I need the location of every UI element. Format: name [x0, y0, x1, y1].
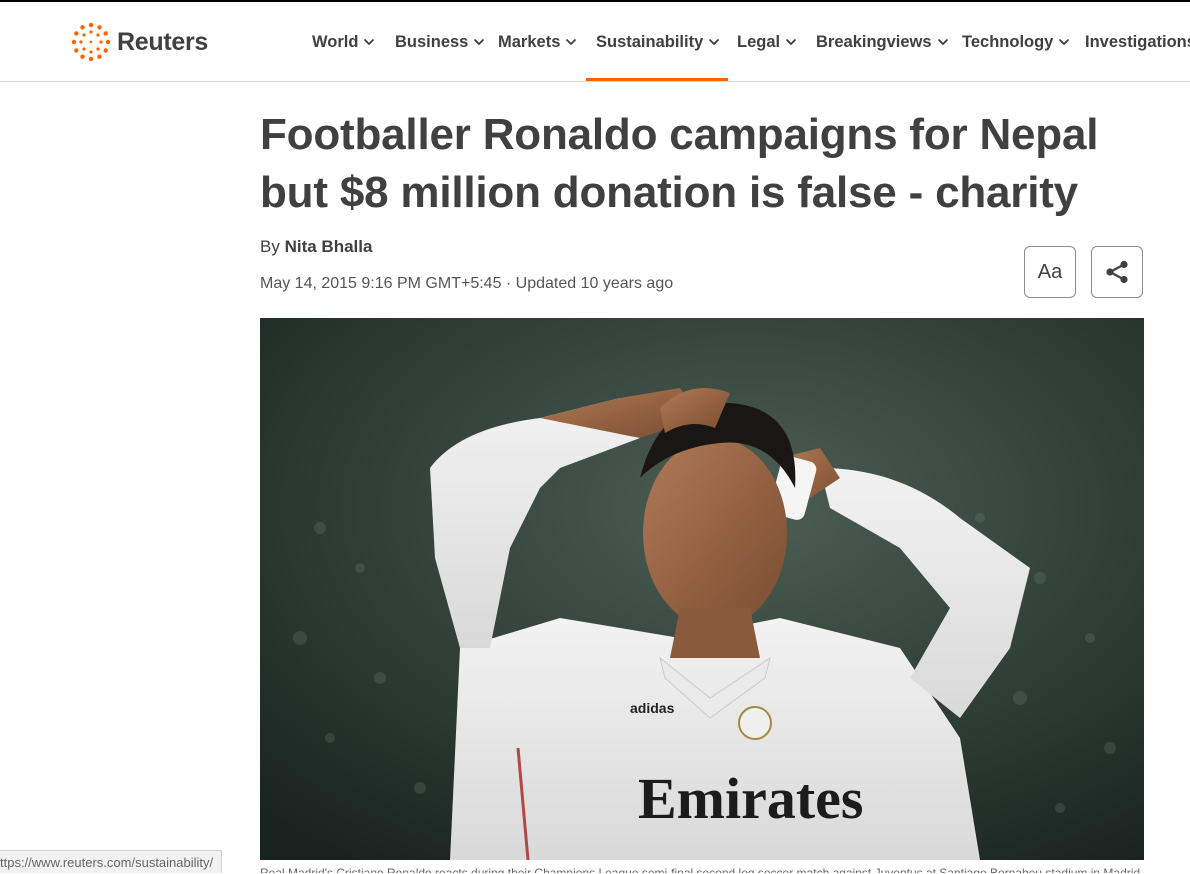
nav-label: World: [312, 32, 359, 51]
nav-item-business[interactable]: Business: [395, 2, 485, 81]
nav-label: Sustainability: [596, 32, 704, 51]
author-link[interactable]: Nita Bhalla: [285, 237, 373, 256]
nav-label: Business: [395, 32, 469, 51]
chevron-down-icon: [709, 38, 720, 46]
nav-label: Breakingviews: [816, 32, 932, 51]
nav-label: Legal: [737, 32, 781, 51]
nav-item-world[interactable]: World: [312, 2, 375, 81]
byline-prefix: By: [260, 237, 280, 256]
nav-label: Technology: [962, 32, 1054, 51]
photo-caption: Real Madrid's Cristiano Ronaldo reacts d…: [260, 866, 1144, 873]
article-dateline: May 14, 2015 9:16 PM GMT+5:45 · Updated …: [260, 275, 674, 292]
jersey-sponsor: Emirates: [638, 766, 864, 831]
article-headline: Footballer Ronaldo campaigns for Nepal b…: [260, 110, 1099, 217]
reuters-logo[interactable]: Reuters: [71, 22, 208, 62]
photo-illustration: adidas Emirates: [260, 318, 1144, 860]
chevron-down-icon: [785, 38, 797, 46]
chevron-down-icon: [474, 38, 485, 46]
nav-item-markets[interactable]: Markets: [498, 2, 577, 81]
nav-item-sustainability[interactable]: Sustainability: [585, 2, 729, 81]
nav-item-breakingviews[interactable]: Breakingviews: [816, 2, 949, 81]
share-button[interactable]: [1091, 246, 1143, 298]
nav-item-technology[interactable]: Technology: [962, 2, 1070, 81]
text-size-icon: Aa: [1037, 260, 1063, 283]
article-photo[interactable]: adidas Emirates: [260, 318, 1144, 860]
chevron-down-icon: [364, 38, 375, 46]
nav-item-legal[interactable]: Legal: [737, 2, 797, 81]
site-header: Reuters World Business Markets Sustainab…: [0, 2, 1190, 82]
share-icon: [1106, 260, 1128, 284]
reuters-dots-icon: [71, 22, 111, 62]
nav-label: Markets: [498, 32, 561, 51]
jersey-brand: adidas: [630, 700, 675, 716]
nav-item-investigations[interactable]: Investigations: [1085, 2, 1190, 81]
chevron-down-icon: [1059, 38, 1070, 46]
chevron-down-icon: [937, 38, 948, 46]
chevron-down-icon: [566, 38, 577, 46]
text-size-button[interactable]: Aa: [1024, 246, 1076, 298]
nav-label: Investigations: [1085, 32, 1190, 51]
logo-text: Reuters: [117, 27, 208, 56]
status-bar-url: ttps://www.reuters.com/sustainability/: [0, 850, 223, 873]
byline: By Nita Bhalla: [260, 237, 372, 257]
